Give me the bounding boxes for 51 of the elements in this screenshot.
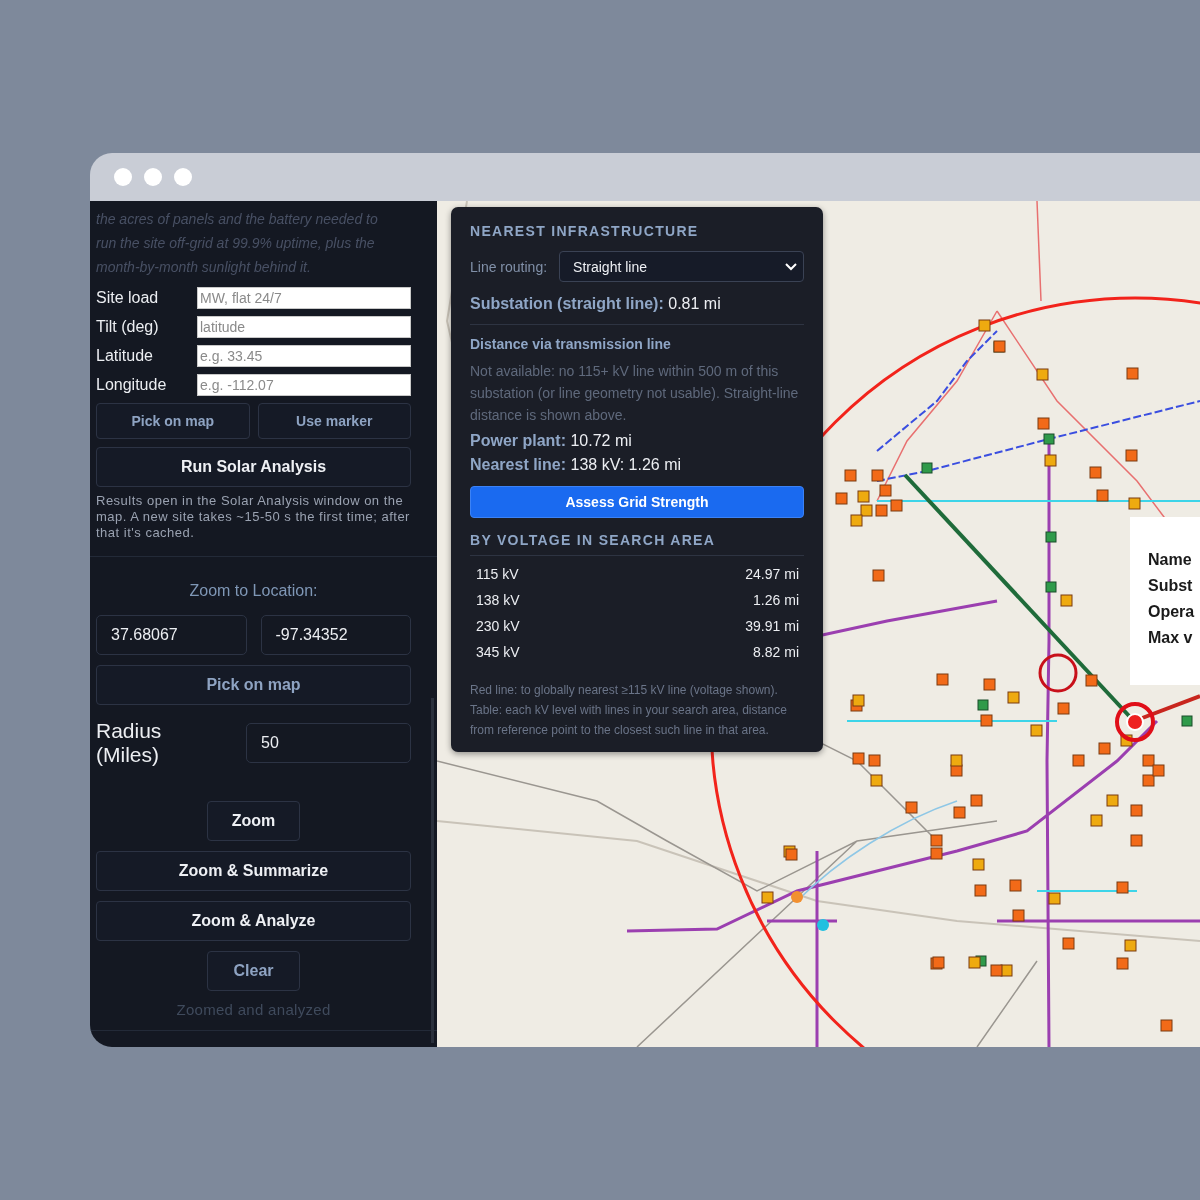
- status-text: Zoomed and analyzed: [175, 1001, 332, 1018]
- intro-text: the acres of panels and the battery needed to run the site off-grid at 99.9% uptime, plus the month-by-month sunlight behind it.: [96, 210, 379, 277]
- field-label: Tilt (deg): [96, 318, 160, 336]
- footnote-text: Red line: to globally nearest ≥115 kV line (voltage shown). Table: each kV level with lines in your search area, distance from reference point to the closest such line in that area.: [470, 682, 788, 739]
- input-field[interactable]: MW, flat 24/7: [197, 287, 411, 309]
- pick-button[interactable]: Pick on map: [96, 403, 250, 439]
- voltage-cell-text: 345 kV: [476, 644, 521, 660]
- panel-heading: NEAREST INFRASTRUCTURE: [470, 223, 700, 239]
- distance-cell-text: 1.26 mi: [752, 592, 799, 608]
- field-label: Longitude: [96, 376, 168, 394]
- window-control-icon[interactable]: [174, 168, 192, 186]
- subsection-title: Distance via transmission line: [470, 336, 672, 352]
- radius-label: Radius (Miles): [96, 719, 163, 767]
- field-label: Latitude: [96, 347, 154, 365]
- distance-fact: Nearest line: 138 kV: 1.26 mi: [470, 456, 683, 474]
- assess-button[interactable]: Assess Grid Strength: [470, 486, 804, 518]
- routing-label: Line routing:: [470, 258, 548, 275]
- popup-label: Opera: [1148, 603, 1196, 621]
- distance-fact: Power plant: 10.72 mi: [470, 432, 633, 450]
- voltage-cell-text: 115 kV: [476, 566, 520, 582]
- zoom-action-button[interactable]: Zoom & Analyze: [96, 901, 411, 941]
- distance-cell-text: 8.82 mi: [752, 644, 799, 660]
- popup-label: Subst: [1148, 577, 1194, 595]
- distance-cell: 39.91 mi: [745, 618, 799, 634]
- run-analysis-button[interactable]: Run Solar Analysis: [96, 447, 411, 487]
- coordinate-field[interactable]: -97.34352: [260, 615, 411, 655]
- zoom-action-button[interactable]: Zoom: [207, 801, 300, 841]
- window-control-icon[interactable]: [114, 168, 132, 186]
- chevron-down-icon: [785, 262, 797, 271]
- voltage-cell-text: 230 kV: [476, 618, 521, 634]
- note-text: Results open in the Solar Analysis window on the map. A new site takes ~15-50 s the first time; after that it's cached.: [96, 493, 411, 541]
- zoom-action-button[interactable]: Zoom & Summarize: [96, 851, 411, 891]
- radius-field[interactable]: 50: [246, 723, 411, 763]
- section-title: Zoom to Location:: [188, 582, 319, 600]
- popup-label: Max v: [1148, 629, 1194, 647]
- input-field[interactable]: e.g. -112.07: [197, 374, 411, 396]
- popup-label: Name: [1148, 551, 1193, 569]
- field-label: Site load: [96, 289, 160, 307]
- routing-select[interactable]: Straight line: [559, 251, 804, 282]
- input-field[interactable]: latitude: [197, 316, 411, 338]
- zoom-action-button[interactable]: Clear: [207, 951, 300, 991]
- coordinate-field[interactable]: 37.68067: [96, 615, 247, 655]
- availability-note: Not available: no 115+ kV line within 500 m of this substation (or line geometry not usable). Straight-line distance is shown above.: [470, 362, 800, 425]
- substation-distance: Substation (straight line): 0.81 mi: [470, 295, 722, 313]
- pick-button[interactable]: Pick on map: [96, 665, 411, 705]
- voltage-cell-text: 138 kV: [476, 592, 521, 608]
- pick-button[interactable]: Use marker: [257, 403, 411, 439]
- panel-heading: BY VOLTAGE IN SEARCH AREA: [470, 532, 717, 548]
- distance-cell: 24.97 mi: [745, 566, 799, 582]
- window-control-icon[interactable]: [144, 168, 162, 186]
- input-field[interactable]: e.g. 33.45: [197, 345, 411, 367]
